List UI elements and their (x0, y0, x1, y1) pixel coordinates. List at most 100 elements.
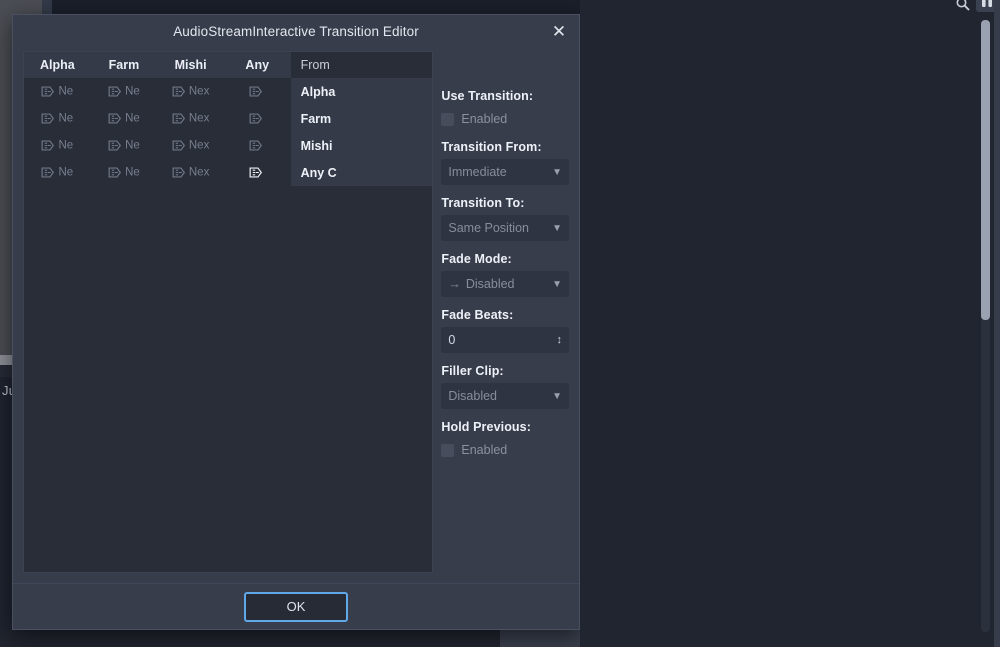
filler-clip-select[interactable]: Disabled ▼ (441, 383, 569, 409)
transition-from-label: Transition From: (441, 140, 542, 154)
matrix-cell-0-3[interactable] (224, 78, 291, 105)
matrix-cell-0-1[interactable]: Ne (91, 78, 158, 105)
matrix-cell-2-3[interactable] (224, 132, 291, 159)
matrix-row: Ne Ne Nex Alpha (24, 78, 433, 105)
transition-tag-icon (108, 140, 122, 151)
matrix-cell-2-2[interactable]: Nex (157, 132, 224, 159)
transition-tag-icon (172, 140, 185, 151)
transition-from-value: Immediate (448, 165, 507, 179)
transition-tag-icon (172, 86, 185, 97)
matrix-cell-0-2[interactable]: Nex (157, 78, 224, 105)
fade-mode-select[interactable]: → Disabled ▼ (441, 271, 569, 297)
fade-beats-value: 0 (448, 333, 456, 347)
use-transition-label: Use Transition: (441, 89, 534, 103)
matrix-col-header-3[interactable]: Any (223, 52, 291, 78)
matrix-cell-text: Ne (125, 85, 140, 98)
matrix-cell-3-2[interactable]: Nex (157, 159, 224, 186)
dialog-body: Alpha Farm Mishi Any From Ne Ne Nex Alpha Ne… (13, 47, 579, 583)
matrix-cell-text: Ne (58, 85, 74, 98)
transition-tag-icon (249, 140, 262, 151)
matrix-cell-text: Nex (188, 85, 210, 98)
transition-tag-icon (42, 86, 55, 97)
matrix-cell-1-1[interactable]: Ne (91, 105, 158, 132)
transition-tag-icon (249, 167, 262, 178)
matrix-body: Ne Ne Nex Alpha Ne Ne Nex Farm Ne Ne Nex Mishi Ne Ne N… (24, 78, 433, 186)
transition-to-value: Same Position (448, 221, 529, 235)
chevron-down-icon: ▼ (552, 166, 562, 178)
matrix-row: Ne Ne Nex Any C (24, 159, 433, 186)
use-transition-checkbox[interactable]: Enabled (441, 108, 569, 130)
transition-from-select[interactable]: Immediate ▼ (441, 159, 569, 185)
transition-tag-icon (249, 86, 262, 97)
transition-matrix-table: Alpha Farm Mishi Any From Ne Ne Nex Alpha Ne… (24, 52, 433, 186)
transition-tag-icon (172, 113, 185, 124)
hold-previous-checkbox[interactable]: Enabled (441, 439, 569, 461)
filler-clip-label: Filler Clip: (441, 364, 504, 378)
chevron-down-icon: ▼ (552, 390, 562, 402)
matrix-cell-3-0[interactable]: Ne (24, 159, 91, 186)
search-icon[interactable] (954, 0, 972, 13)
matrix-cell-text: Nex (188, 166, 210, 179)
use-transition-value: Enabled (461, 112, 508, 126)
transition-matrix: Alpha Farm Mishi Any From Ne Ne Nex Alpha Ne… (23, 51, 434, 573)
background-bottom-right-bar (500, 630, 580, 647)
updown-arrows-icon[interactable]: ↕ (557, 334, 563, 346)
matrix-cell-2-1[interactable]: Ne (91, 132, 158, 159)
matrix-cell-text: Nex (188, 112, 210, 125)
chevron-down-icon: ▼ (552, 222, 562, 234)
inspector-scrollbar-thumb[interactable] (981, 20, 990, 320)
matrix-cell-text: Nex (188, 139, 210, 152)
matrix-cell-3-1[interactable]: Ne (91, 159, 158, 186)
background-bottom-bar (0, 630, 580, 647)
matrix-col-header-1[interactable]: Farm (90, 52, 158, 78)
transition-tag-icon (108, 167, 122, 178)
transition-tag-icon (172, 167, 185, 178)
close-icon[interactable]: ✕ (549, 21, 569, 41)
transition-tag-icon (108, 113, 122, 124)
matrix-col-header-0[interactable]: Alpha (24, 52, 91, 78)
matrix-cell-text: Ne (125, 112, 140, 125)
matrix-header: Alpha Farm Mishi Any From (24, 52, 433, 78)
transition-tag-icon (42, 140, 55, 151)
transition-to-label: Transition To: (441, 196, 525, 210)
matrix-row-label[interactable]: Any C (290, 159, 433, 186)
matrix-cell-1-3[interactable] (224, 105, 291, 132)
matrix-cell-0-0[interactable]: Ne (24, 78, 91, 105)
filler-clip-value: Disabled (448, 389, 498, 403)
matrix-row-label[interactable]: Alpha (290, 78, 433, 105)
inspector-scrollbar[interactable] (981, 20, 990, 632)
matrix-row-label[interactable]: Farm (290, 105, 433, 132)
hold-previous-value: Enabled (461, 443, 508, 457)
checkbox-icon (441, 112, 455, 126)
matrix-cell-text: Ne (58, 166, 74, 179)
transition-tag-icon (249, 113, 262, 124)
matrix-cell-1-0[interactable]: Ne (24, 105, 91, 132)
matrix-cell-1-2[interactable]: Nex (157, 105, 224, 132)
dialog-titlebar[interactable]: AudioStreamInteractive Transition Editor… (13, 15, 579, 47)
matrix-cell-2-0[interactable]: Ne (24, 132, 91, 159)
fade-beats-label: Fade Beats: (441, 308, 514, 322)
matrix-row: Ne Ne Nex Mishi (24, 132, 433, 159)
dialog-title: AudioStreamInteractive Transition Editor (173, 23, 419, 39)
screen-root: Ju AudioStreamInteractive Transition Edi… (0, 0, 1000, 647)
matrix-row-label[interactable]: Mishi (290, 132, 433, 159)
fade-mode-value: Disabled (465, 277, 515, 291)
matrix-row: Ne Ne Nex Farm (24, 105, 433, 132)
inspector-right-edge (994, 0, 1000, 647)
checkbox-icon (441, 443, 455, 457)
transition-tag-icon (108, 86, 122, 97)
transition-to-select[interactable]: Same Position ▼ (441, 215, 569, 241)
matrix-cell-text: Ne (125, 166, 140, 179)
matrix-cell-text: Ne (58, 112, 74, 125)
ok-button[interactable]: OK (244, 591, 348, 622)
hold-previous-label: Hold Previous: (441, 420, 531, 434)
matrix-cell-3-3[interactable] (224, 159, 291, 186)
transition-tag-icon (42, 167, 55, 178)
dialog-footer: OK (13, 583, 579, 629)
inspector-panel: Filter Properties AudioStreamPlayer (580, 0, 1000, 647)
matrix-from-header: From (290, 52, 433, 78)
fade-beats-stepper[interactable]: 0 ↕ (441, 327, 569, 353)
arrow-right-icon: → (448, 277, 461, 291)
matrix-cell-text: Ne (125, 139, 140, 152)
matrix-col-header-2[interactable]: Mishi (157, 52, 224, 78)
